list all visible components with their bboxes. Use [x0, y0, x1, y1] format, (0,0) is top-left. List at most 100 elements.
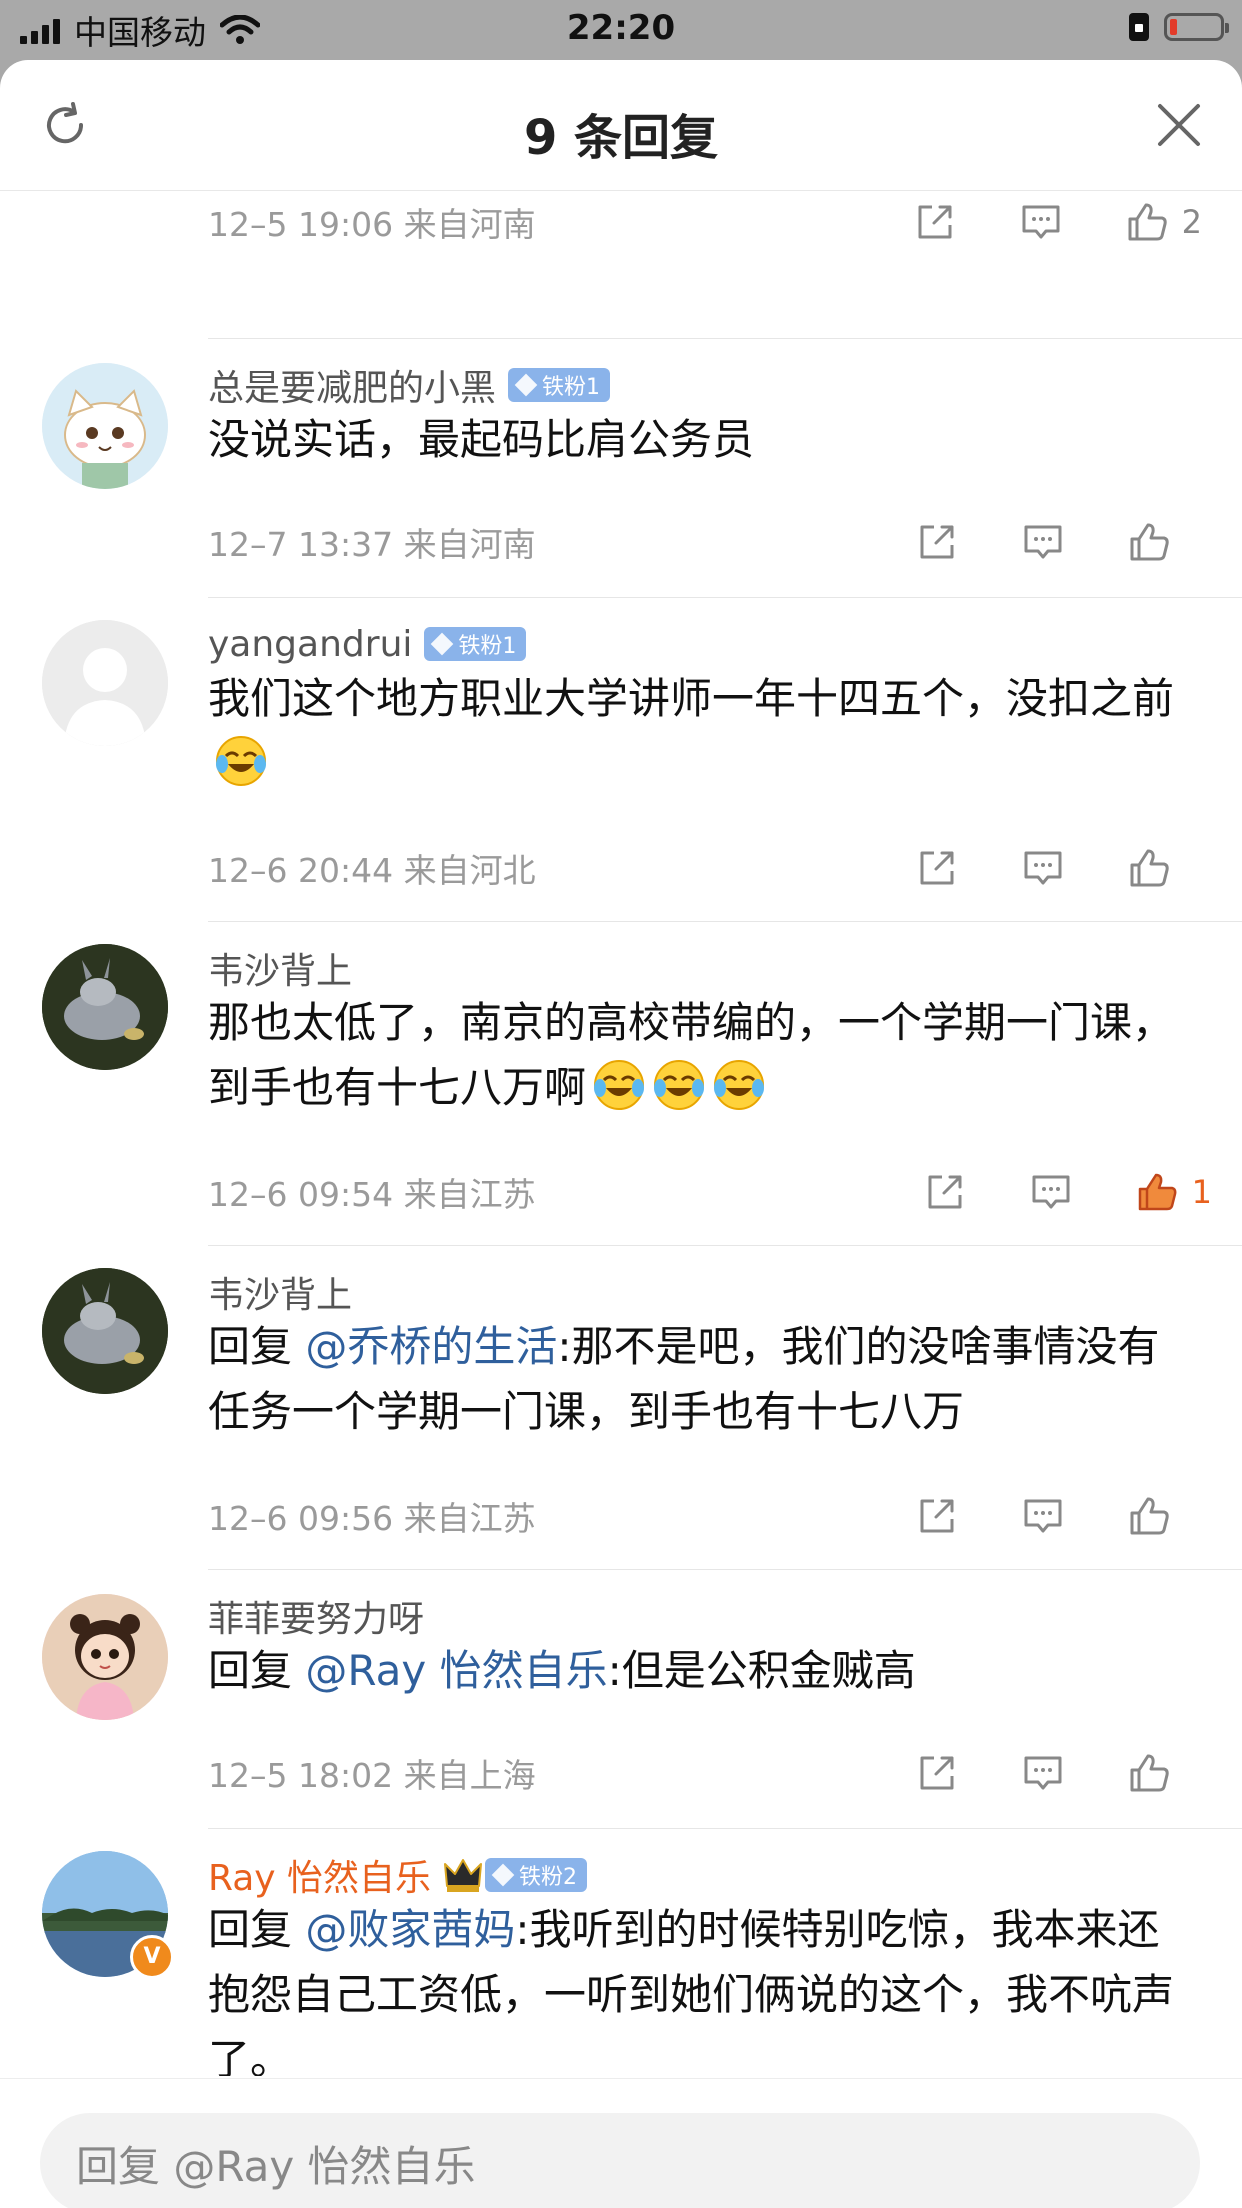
- username[interactable]: 韦沙背上: [208, 942, 352, 994]
- reply-item: V Ray 怡然自乐 铁粉2 回复 @败家茜妈:我听到的时候特别吃惊，我本来还抱…: [0, 1829, 1242, 2076]
- share-icon: [920, 851, 954, 885]
- like-button[interactable]: [1124, 1748, 1202, 1798]
- comment-button[interactable]: [1018, 517, 1068, 567]
- thumbs-up-icon: [1130, 849, 1169, 887]
- share-icon: [928, 1175, 962, 1209]
- comment-icon: [1024, 525, 1062, 559]
- page-title: 9 条回复: [523, 110, 719, 166]
- mention-link[interactable]: @乔桥的生活: [305, 1322, 557, 1371]
- share-button[interactable]: [912, 517, 962, 567]
- comment-icon: [1024, 851, 1062, 885]
- girl-avatar-image: [42, 1594, 168, 1720]
- share-icon: [918, 205, 952, 239]
- username[interactable]: 总是要减肥的小黑: [208, 359, 496, 411]
- share-button[interactable]: [910, 197, 960, 247]
- share-button[interactable]: [912, 1491, 962, 1541]
- mention-link[interactable]: @败家茜妈: [305, 1905, 515, 1954]
- fan-badge: 铁粉1: [424, 627, 527, 661]
- donkey-avatar-image: [42, 1268, 168, 1394]
- reply-input[interactable]: 回复 @Ray 怡然自乐: [40, 2113, 1200, 2208]
- reply-text: 我们这个地方职业大学讲师一年十四五个，没扣之前: [208, 666, 1192, 796]
- reply-meta-row: 12–5 19:06 来自河南 2: [208, 197, 1242, 247]
- reply-text: 没说实话，最起码比肩公务员: [208, 415, 755, 464]
- diamond-icon: [491, 1863, 515, 1887]
- reply-meta-row: 12–6 09:54 来自江苏 1: [208, 1167, 1242, 1217]
- reply-item: 韦沙背上 那也太低了，南京的高校带编的，一个学期一门课，到手也有十七八万啊 12…: [0, 922, 1242, 1245]
- reply-list: 12–5 19:06 来自河南 2 总是要减肥的小黑 铁粉1 没说实话，最起码比…: [0, 191, 1242, 2076]
- default-avatar-image: [42, 620, 168, 746]
- close-icon[interactable]: [1156, 102, 1202, 148]
- like-button[interactable]: 1: [1132, 1167, 1212, 1217]
- avatar[interactable]: [42, 363, 168, 489]
- avatar[interactable]: [42, 620, 168, 746]
- laugh-cry-emoji: [714, 1060, 765, 1110]
- username[interactable]: 菲菲要努力呀: [208, 1590, 424, 1642]
- thumbs-up-icon: [1130, 1754, 1169, 1792]
- orientation-lock-icon: [1129, 13, 1149, 41]
- diamond-icon: [514, 373, 538, 397]
- clock: 22:20: [566, 8, 676, 48]
- donkey-avatar-image: [42, 944, 168, 1070]
- share-button[interactable]: [912, 1748, 962, 1798]
- reply-item: 菲菲要努力呀 回复 @Ray 怡然自乐:但是公积金贼高 12–5 18:02 来…: [0, 1570, 1242, 1828]
- reply-bar: 回复 @Ray 怡然自乐: [0, 2078, 1242, 2208]
- avatar[interactable]: [42, 1268, 168, 1394]
- status-bar: 中国移动 22:20: [0, 0, 1242, 60]
- battery-icon: [1164, 13, 1229, 41]
- reply-meta: 12–6 09:56 来自江苏: [208, 1499, 536, 1538]
- share-button[interactable]: [912, 843, 962, 893]
- thumbs-up-icon: [1130, 523, 1169, 561]
- reply-meta-row: 12–7 13:37 来自河南: [208, 517, 1242, 567]
- comment-button[interactable]: [1018, 1491, 1068, 1541]
- reply-meta: 12–6 09:54 来自江苏: [208, 1175, 536, 1214]
- like-count: 2: [1181, 203, 1202, 241]
- share-icon: [920, 1499, 954, 1533]
- laugh-cry-emoji: [594, 1060, 645, 1110]
- username[interactable]: Ray 怡然自乐: [208, 1849, 431, 1901]
- username[interactable]: yangandrui: [208, 624, 412, 665]
- reply-item: 总是要减肥的小黑 铁粉1 没说实话，最起码比肩公务员 12–7 13:37 来自…: [0, 339, 1242, 597]
- reply-item: 韦沙背上 回复 @乔桥的生活:那不是吧，我们的没啥事情没有任务一个学期一门课，到…: [0, 1246, 1242, 1568]
- reply-text: 那也太低了，南京的高校带编的，一个学期一门课，到手也有十七八万啊: [208, 998, 1175, 1112]
- username[interactable]: 韦沙背上: [208, 1266, 352, 1318]
- reply-meta-row: 12–6 09:56 来自江苏: [208, 1491, 1242, 1541]
- comment-icon: [1024, 1756, 1062, 1790]
- comment-button[interactable]: [1016, 197, 1066, 247]
- reply-meta: 12–5 18:02 来自上海: [208, 1756, 536, 1795]
- like-button[interactable]: [1124, 1491, 1202, 1541]
- laugh-cry-emoji: [654, 1060, 705, 1110]
- reply-meta: 12–6 20:44 来自河北: [208, 851, 536, 890]
- reply-item: yangandrui 铁粉1 我们这个地方职业大学讲师一年十四五个，没扣之前 1…: [0, 598, 1242, 920]
- fan-badge: 铁粉1: [508, 368, 611, 402]
- verified-badge: V: [130, 1935, 174, 1979]
- diamond-icon: [431, 632, 454, 656]
- like-button[interactable]: [1124, 843, 1202, 893]
- replies-sheet: 9 条回复 12–5 19:06 来自河南 2 总是要减肥的小黑 铁粉1 没说实…: [0, 60, 1242, 2208]
- reply-text: 回复 @Ray 怡然自乐:但是公积金贼高: [208, 1646, 916, 1695]
- reply-meta: 12–5 19:06 来自河南: [208, 205, 536, 244]
- reply-text: 回复 @乔桥的生活:那不是吧，我们的没啥事情没有任务一个学期一门课，到手也有十七…: [208, 1322, 1160, 1436]
- comment-icon: [1022, 205, 1060, 239]
- like-count: 1: [1191, 1173, 1212, 1211]
- share-icon: [920, 525, 954, 559]
- comment-icon: [1032, 1175, 1070, 1209]
- reply-meta-row: 12–5 18:02 来自上海: [208, 1748, 1242, 1798]
- avatar[interactable]: [42, 944, 168, 1070]
- crown-icon: [444, 1859, 483, 1892]
- mention-link[interactable]: @Ray 怡然自乐: [305, 1646, 607, 1695]
- like-button[interactable]: [1124, 517, 1202, 567]
- comment-button[interactable]: [1018, 843, 1068, 893]
- thumbs-up-icon: [1130, 1497, 1169, 1535]
- reply-meta-row: 12–6 20:44 来自河北: [208, 843, 1242, 893]
- comment-button[interactable]: [1018, 1748, 1068, 1798]
- avatar[interactable]: [42, 1594, 168, 1720]
- laugh-cry-emoji: [216, 736, 266, 786]
- reply-text: 回复 @败家茜妈:我听到的时候特别吃惊，我本来还抱怨自己工资低，一听到她们俩说的…: [208, 1905, 1175, 2076]
- like-button[interactable]: 2: [1122, 197, 1202, 247]
- comment-icon: [1024, 1499, 1062, 1533]
- share-button[interactable]: [920, 1167, 970, 1217]
- share-icon: [920, 1756, 954, 1790]
- fan-badge: 铁粉2: [485, 1858, 588, 1892]
- thumbs-up-icon: [1128, 203, 1167, 241]
- comment-button[interactable]: [1026, 1167, 1076, 1217]
